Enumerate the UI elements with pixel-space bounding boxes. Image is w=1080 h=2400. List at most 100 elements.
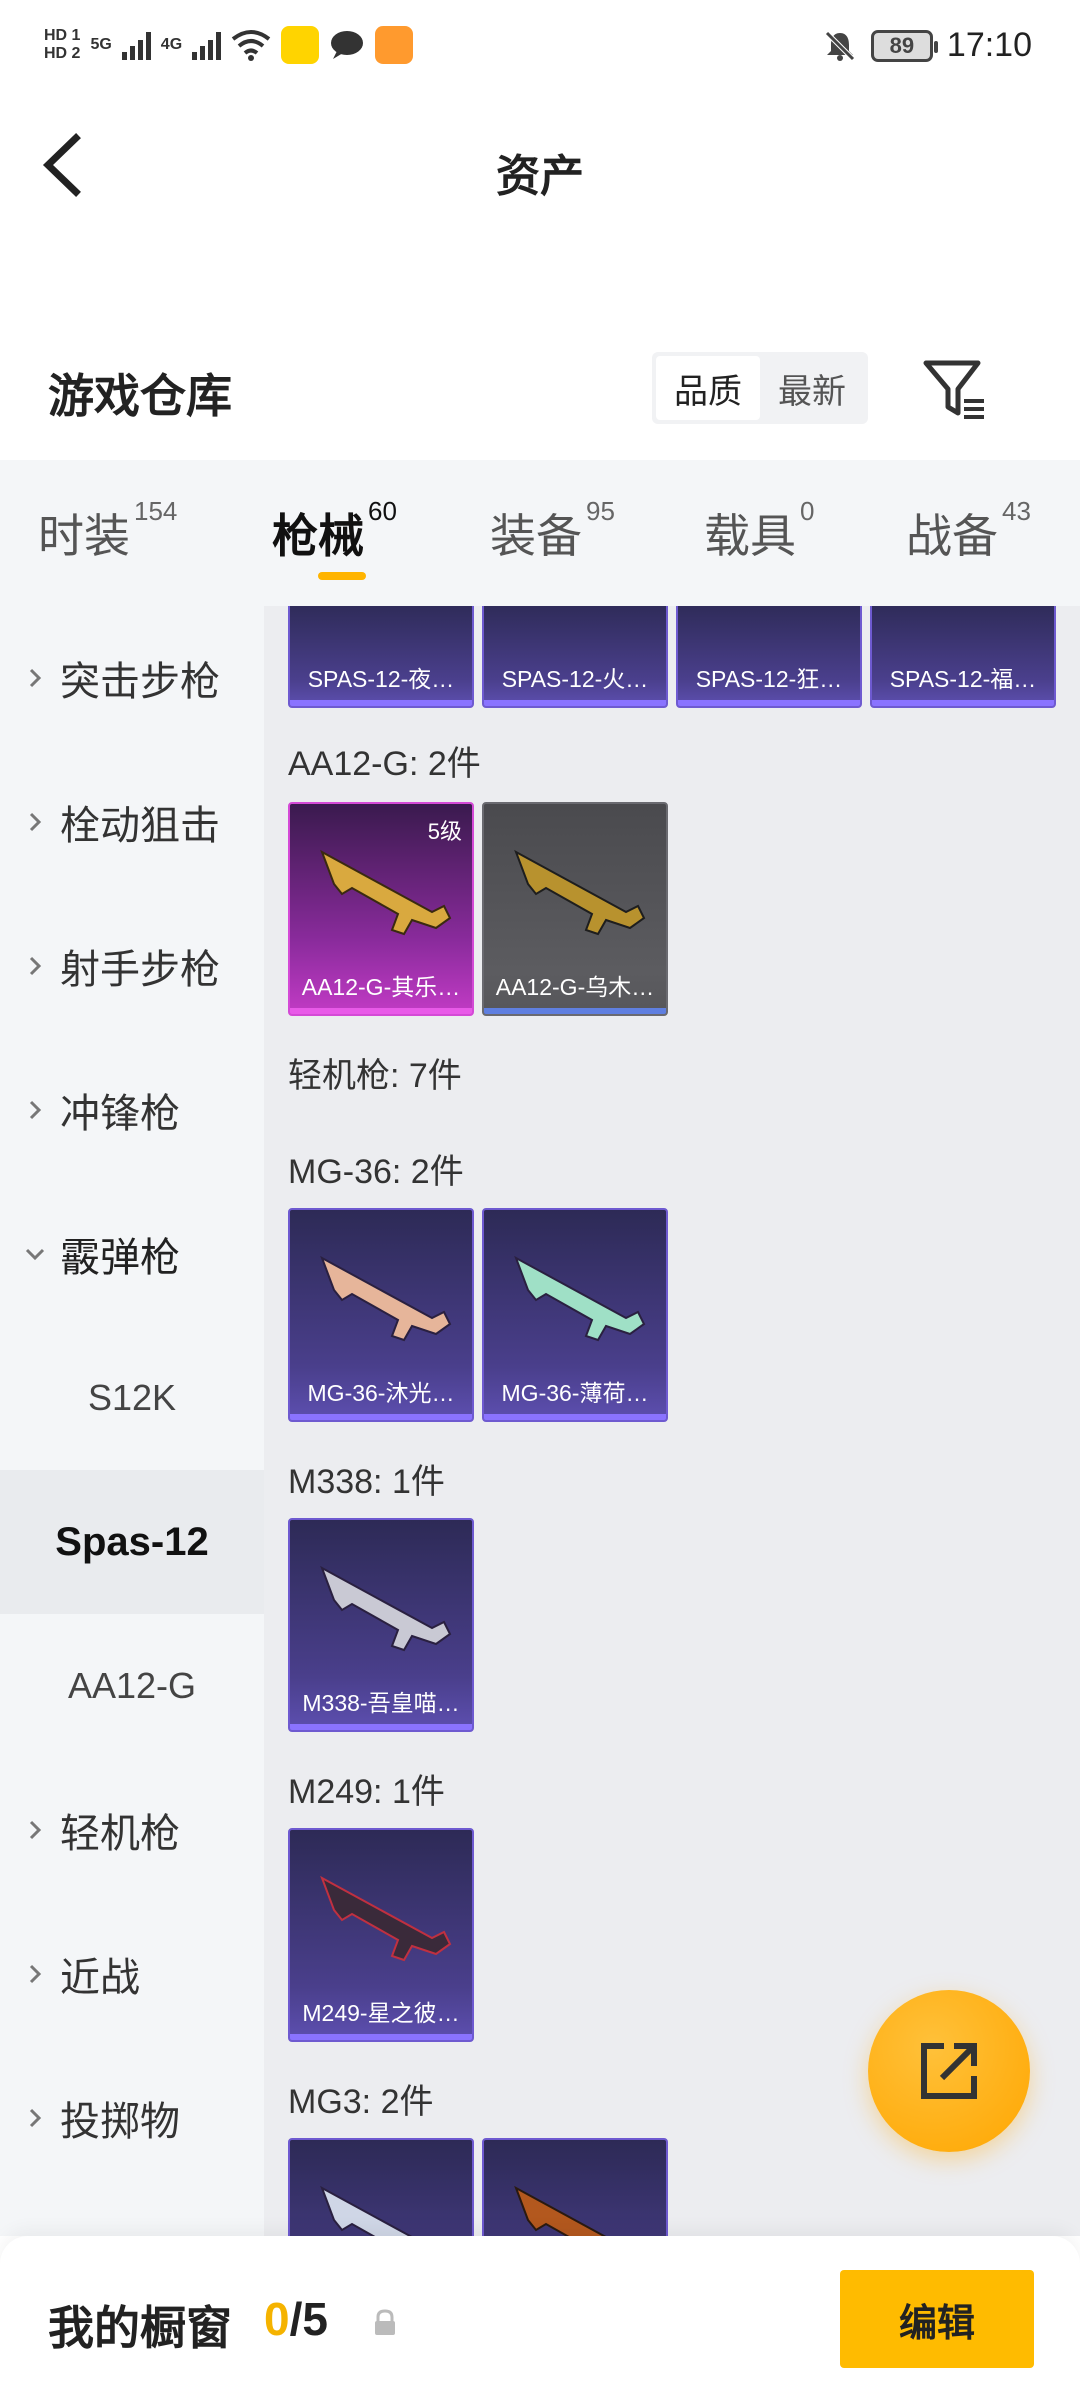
showcase-count: 0/5	[264, 2292, 328, 2346]
weapon-category-sidebar: 突击步枪 栓动狙击 射手步枪 冲锋枪 霰弹枪 S12K Spas-12 AA12…	[0, 606, 264, 2236]
hd-indicator: HD 1 HD 2	[44, 28, 80, 62]
tab-equipment[interactable]: 装备 95	[490, 496, 615, 566]
rarity-bar	[290, 700, 472, 706]
sidebar-item-smg[interactable]: 冲锋枪	[0, 1038, 264, 1182]
chevron-right-icon	[29, 1820, 42, 1840]
weapon-card[interactable]: SPAS-12-福…	[870, 606, 1056, 708]
category-tabs: 时装 154 枪械 60 装备 95 载具 0 战备 43	[0, 460, 1080, 606]
warehouse-title: 游戏仓库	[48, 370, 232, 422]
tab-count: 43	[1002, 496, 1031, 526]
rarity-bar	[484, 1414, 666, 1420]
share-fab-button[interactable]	[868, 1990, 1030, 2152]
status-right: 89 17:10	[823, 26, 1032, 65]
sidebar-sub-aa12g[interactable]: AA12-G	[0, 1614, 264, 1758]
weapon-card[interactable]: MG-36-沐光…	[288, 1208, 474, 1422]
filter-icon	[923, 360, 984, 419]
weapon-card[interactable]: SPAS-12-火…	[482, 606, 668, 708]
chevron-right-icon	[29, 668, 42, 688]
weapon-icon	[514, 849, 646, 936]
sidebar-item-melee[interactable]: 近战	[0, 1902, 264, 2046]
sidebar-item-assault-rifle[interactable]: 突击步枪	[0, 606, 264, 750]
app-notification-icon	[281, 26, 320, 64]
sort-quality-button[interactable]: 品质	[656, 356, 760, 420]
sidebar-item-shotgun[interactable]: 霰弹枪	[0, 1182, 264, 1326]
sidebar-item-throwables[interactable]: 投掷物	[0, 2046, 264, 2190]
mute-bell-icon	[825, 30, 855, 61]
weapon-card[interactable]	[288, 2138, 474, 2236]
sidebar-item-bolt-sniper[interactable]: 栓动狙击	[0, 750, 264, 894]
hd2-label: HD 2	[44, 45, 81, 62]
group-title: M338: 1件	[288, 1463, 445, 1501]
sidebar-item-label: 射手步枪	[60, 948, 220, 992]
tab-firearms[interactable]: 枪械 60	[272, 496, 397, 566]
hd1-label: HD 1	[44, 27, 81, 44]
chevron-right-icon	[29, 1100, 42, 1120]
weapon-icon	[320, 2185, 413, 2236]
sidebar-item-label: 轻机枪	[60, 1812, 180, 1856]
group-title: 轻机枪: 7件	[288, 1057, 462, 1095]
showcase-total: /5	[289, 2293, 328, 2345]
group-title: M249: 1件	[288, 1773, 445, 1811]
rarity-bar	[290, 1724, 472, 1730]
weapon-icon	[514, 1255, 646, 1342]
status-bar: HD 1 HD 2 5G 4G 89 17:10	[0, 0, 1080, 100]
weapon-name: AA12-G-其乐…	[301, 974, 461, 1000]
weapon-icon	[320, 849, 452, 936]
page-title: 资产	[496, 152, 584, 201]
tab-label: 战备	[906, 510, 998, 562]
weapon-name: SPAS-12-狂…	[695, 666, 843, 692]
sidebar-item-marksman-rifle[interactable]: 射手步枪	[0, 894, 264, 1038]
weapon-card[interactable]: M249-星之彼…	[288, 1828, 474, 2042]
sidebar-sub-s12k[interactable]: S12K	[0, 1326, 264, 1470]
active-tab-indicator	[318, 572, 366, 580]
filter-button[interactable]	[920, 355, 990, 425]
weapon-name: SPAS-12-夜…	[307, 666, 455, 692]
tab-count: 95	[586, 496, 615, 526]
sidebar-item-label: 栓动狙击	[60, 804, 220, 848]
weapon-card[interactable]: M338-吾皇喵…	[288, 1518, 474, 1732]
tab-vehicles[interactable]: 载具 0	[704, 496, 814, 566]
wifi-icon	[231, 30, 271, 61]
weapon-card[interactable]: MG-36-薄荷…	[482, 1208, 668, 1422]
tab-label: 装备	[490, 510, 582, 562]
share-out-icon	[921, 2043, 977, 2099]
weapon-icon	[320, 1875, 452, 1962]
sidebar-item-lmg[interactable]: 轻机枪	[0, 1758, 264, 1902]
weapon-name: MG-36-薄荷…	[501, 1380, 649, 1406]
weapon-card[interactable]	[482, 2138, 668, 2236]
weapon-card[interactable]: SPAS-12-狂…	[676, 606, 862, 708]
chevron-right-icon	[29, 956, 42, 976]
chevron-right-icon	[29, 2108, 42, 2128]
sort-latest-button[interactable]: 最新	[760, 356, 864, 420]
tab-fashion[interactable]: 时装 154	[38, 496, 177, 566]
weapon-name: M338-吾皇喵…	[302, 1690, 460, 1716]
group-title: AA12-G: 2件	[288, 745, 481, 783]
signal-icon-2	[192, 30, 222, 60]
sidebar-item-label: 投掷物	[60, 2100, 180, 2144]
showcase-current: 0	[264, 2293, 290, 2345]
rarity-bar	[290, 1414, 472, 1420]
signal-icon	[121, 30, 151, 60]
battery-icon: 89	[870, 29, 938, 62]
tab-count: 0	[800, 496, 815, 526]
sidebar-sub-spas12[interactable]: Spas-12	[0, 1470, 264, 1614]
tab-label: 载具	[704, 510, 796, 562]
rarity-bar	[290, 2034, 472, 2040]
tab-count: 60	[368, 496, 397, 526]
tab-supplies[interactable]: 战备 43	[906, 496, 1031, 566]
weapon-name: MG-36-沐光…	[307, 1380, 455, 1406]
chevron-right-icon	[29, 812, 42, 832]
weapon-icon	[514, 2185, 607, 2236]
sort-toggle: 品质 最新	[652, 352, 868, 424]
weapon-name: SPAS-12-火…	[501, 666, 649, 692]
network-4g-label: 4G	[160, 36, 183, 53]
weapon-card[interactable]: SPAS-12-夜…	[288, 606, 474, 708]
sidebar-item-label: 近战	[60, 1956, 140, 2000]
rarity-bar	[484, 700, 666, 706]
weapon-card[interactable]: 5级 AA12-G-其乐…	[288, 802, 474, 1016]
tab-count: 154	[134, 496, 178, 526]
weapon-card[interactable]: AA12-G-乌木…	[482, 802, 668, 1016]
weapon-name: AA12-G-乌木…	[495, 974, 655, 1000]
edit-button[interactable]: 编辑	[840, 2270, 1034, 2368]
rarity-bar	[678, 700, 860, 706]
